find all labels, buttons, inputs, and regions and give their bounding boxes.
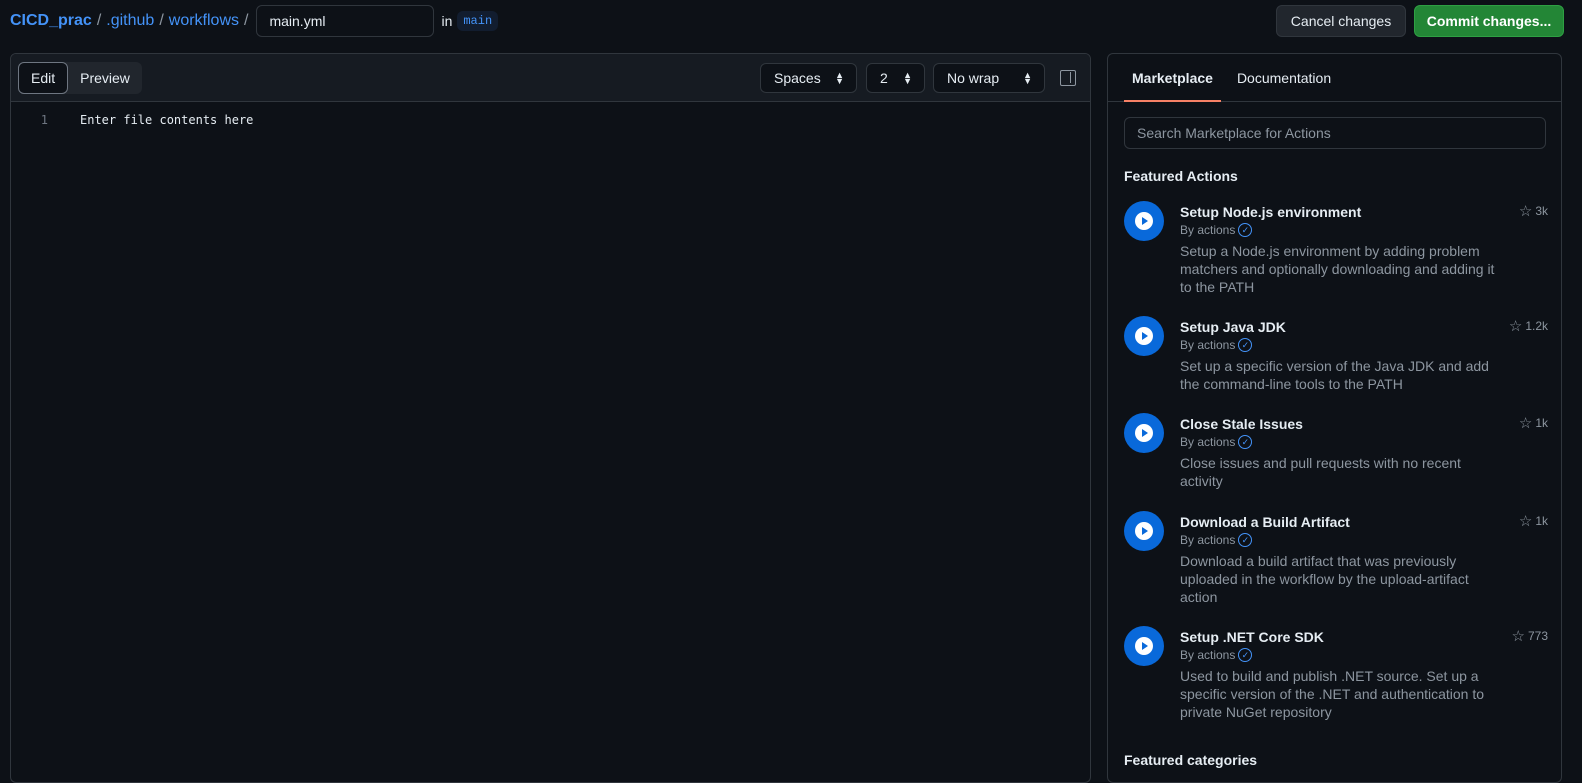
action-author-label: By actions <box>1180 435 1236 449</box>
chevron-up-down-icon: ▲ ▼ <box>903 70 912 86</box>
action-author-label: By actions <box>1180 223 1236 237</box>
commit-changes-button[interactable]: Commit changes... <box>1414 5 1564 37</box>
marketplace-sidebar: Marketplace Documentation Featured Actio… <box>1107 53 1562 783</box>
action-title[interactable]: Close Stale Issues <box>1180 416 1303 432</box>
chevron-up-down-icon: ▲ ▼ <box>835 70 844 86</box>
verified-icon: ✓ <box>1238 435 1253 449</box>
action-description: Setup a Node.js environment by adding pr… <box>1180 243 1495 295</box>
indent-mode-select[interactable]: Spaces ▲ ▼ <box>760 63 857 93</box>
play-icon <box>1124 511 1164 551</box>
action-stars: ☆ 1k <box>1519 512 1548 530</box>
action-author: By actions ✓ <box>1180 533 1253 547</box>
star-icon: ☆ <box>1511 628 1525 645</box>
chevron-up-down-icon: ▲ ▼ <box>1023 70 1032 86</box>
code-line[interactable]: 1 Enter file contents here <box>11 102 1090 132</box>
line-content[interactable]: Enter file contents here <box>80 113 253 127</box>
cancel-changes-button[interactable]: Cancel changes <box>1276 5 1406 37</box>
play-icon <box>1124 316 1164 356</box>
action-author: By actions ✓ <box>1180 338 1253 352</box>
action-stars: ☆ 1k <box>1519 414 1548 432</box>
edit-preview-toggle: Edit Preview <box>18 62 142 94</box>
wrap-mode-select[interactable]: No wrap ▲ ▼ <box>933 63 1045 93</box>
action-title[interactable]: Setup .NET Core SDK <box>1180 629 1324 645</box>
wrap-mode-value: No wrap <box>947 70 1000 86</box>
play-icon <box>1124 201 1164 241</box>
in-label: in <box>441 13 453 29</box>
action-author-label: By actions <box>1180 533 1236 547</box>
action-description: Close issues and pull requests with no r… <box>1180 455 1461 489</box>
play-icon <box>1124 626 1164 666</box>
action-stars: ☆ 3k <box>1519 202 1548 220</box>
action-stars: ☆ 1.2k <box>1509 317 1548 335</box>
filename-input[interactable] <box>256 5 435 37</box>
verified-icon: ✓ <box>1238 223 1253 237</box>
star-icon: ☆ <box>1518 415 1533 432</box>
star-count: 1k <box>1535 514 1548 528</box>
featured-actions-heading: Featured Actions <box>1124 168 1238 184</box>
action-author-label: By actions <box>1180 338 1236 352</box>
action-item[interactable]: Close Stale Issues By actions ✓ Close iss… <box>1124 413 1548 513</box>
star-icon: ☆ <box>1518 203 1533 220</box>
action-title[interactable]: Setup Node.js environment <box>1180 204 1361 220</box>
featured-categories-heading: Featured categories <box>1124 752 1258 768</box>
action-item[interactable]: Setup Java JDK By actions ✓ Set up a spec… <box>1124 316 1548 416</box>
star-count: 3k <box>1535 204 1548 218</box>
action-description: Set up a specific version of the Java JD… <box>1180 358 1489 392</box>
star-icon: ☆ <box>1518 513 1533 530</box>
breadcrumb-separator: / <box>159 12 164 29</box>
indent-size-value: 2 <box>880 70 888 86</box>
marketplace-search-input[interactable] <box>1124 117 1546 149</box>
breadcrumb-github-link[interactable]: .github <box>106 12 154 30</box>
breadcrumb-workflows-link[interactable]: workflows <box>169 12 239 30</box>
line-number: 1 <box>40 113 48 127</box>
verified-icon: ✓ <box>1238 338 1253 352</box>
breadcrumb-repo-link[interactable]: CICD_prac <box>10 12 92 30</box>
branch-badge: main <box>457 11 499 31</box>
sidebar-toggle-icon[interactable] <box>1060 70 1076 86</box>
breadcrumb-separator: / <box>96 12 102 29</box>
breadcrumb-separator: / <box>244 12 249 29</box>
editor-toolbar: Edit Preview Spaces ▲ ▼ 2 ▲ ▼ No wrap ▲ ▼ <box>11 54 1090 102</box>
star-count: 1.2k <box>1525 319 1548 333</box>
verified-icon: ✓ <box>1238 533 1253 547</box>
breadcrumb: CICD_prac / .github / workflows / in mai… <box>10 5 499 37</box>
tab-edit[interactable]: Edit <box>18 62 69 94</box>
action-description: Download a build artifact that was previ… <box>1180 553 1469 605</box>
action-author-label: By actions <box>1180 648 1236 662</box>
tab-documentation[interactable]: Documentation <box>1229 54 1339 101</box>
action-description: Used to build and publish .NET source. S… <box>1180 668 1485 720</box>
action-author: By actions ✓ <box>1180 435 1253 449</box>
star-count: 1k <box>1535 416 1548 430</box>
action-author: By actions ✓ <box>1180 648 1253 662</box>
star-count: 773 <box>1527 629 1548 643</box>
action-author: By actions ✓ <box>1180 223 1253 237</box>
indent-size-select[interactable]: 2 ▲ ▼ <box>866 63 925 93</box>
action-title[interactable]: Download a Build Artifact <box>1180 514 1350 530</box>
action-item[interactable]: Setup Node.js environment By actions ✓ Se… <box>1124 201 1548 301</box>
editor-panel: Edit Preview Spaces ▲ ▼ 2 ▲ ▼ No wrap ▲ ▼ 1 En… <box>10 53 1091 783</box>
verified-icon: ✓ <box>1238 648 1253 662</box>
star-icon: ☆ <box>1508 318 1523 335</box>
tab-marketplace[interactable]: Marketplace <box>1124 54 1221 102</box>
tab-preview[interactable]: Preview <box>68 62 142 94</box>
play-icon <box>1124 413 1164 453</box>
indent-mode-value: Spaces <box>774 70 821 86</box>
action-item[interactable]: Download a Build Artifact By actions ✓ Do… <box>1124 511 1548 611</box>
action-item[interactable]: Setup .NET Core SDK By actions ✓ Used to … <box>1124 626 1548 726</box>
action-title[interactable]: Setup Java JDK <box>1180 319 1286 335</box>
action-stars: ☆ 773 <box>1512 627 1548 645</box>
